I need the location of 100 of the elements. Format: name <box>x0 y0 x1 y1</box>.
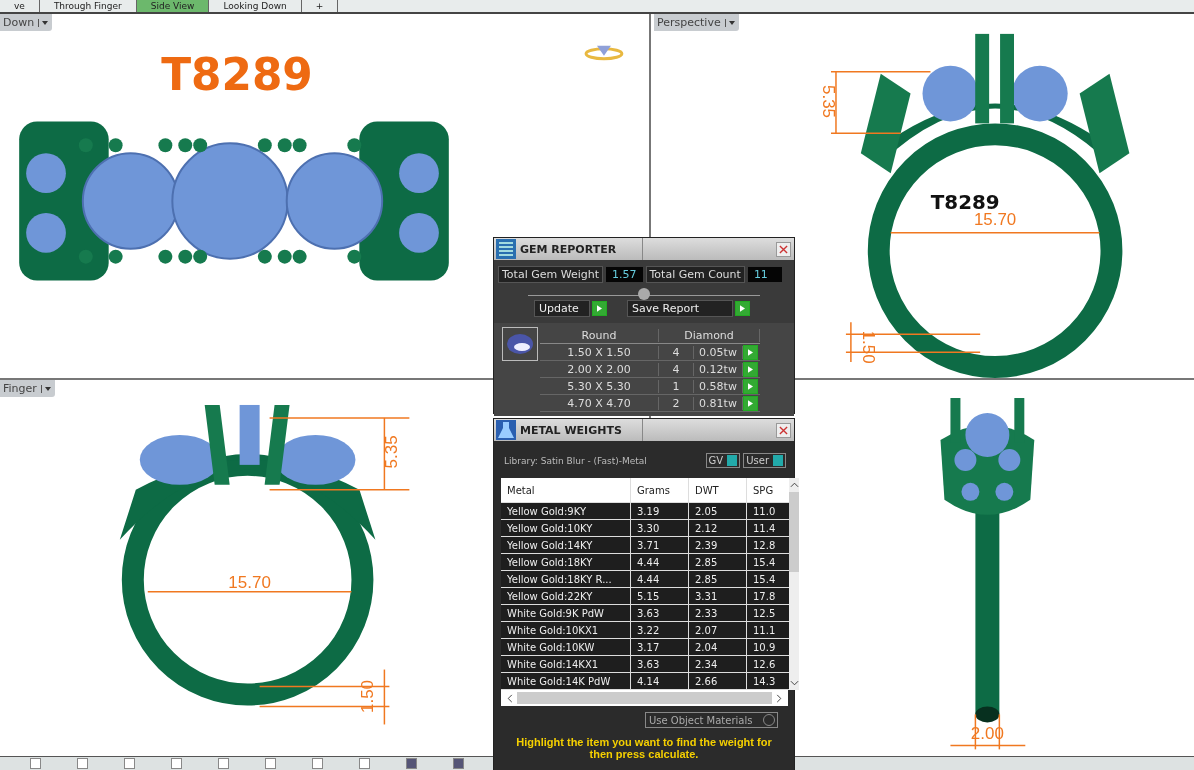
viewport-menu[interactable]: Finger <box>0 380 55 397</box>
viewport-menu[interactable]: Perspective <box>654 14 739 31</box>
table-cell: 3.71 <box>631 537 689 553</box>
checkbox[interactable] <box>171 758 182 770</box>
caret-icon <box>40 384 52 393</box>
total-weight-value: 1.57 <box>606 267 643 282</box>
action-button[interactable]: Save Report <box>627 300 733 317</box>
table-cell-text: 11.0 <box>752 504 777 519</box>
table-cell: 2.85 <box>689 571 747 587</box>
checkbox[interactable] <box>406 758 417 770</box>
table-cell: 2.66 <box>689 673 747 689</box>
table-cell: White Gold:14K PdW <box>501 673 631 689</box>
dimension-label: 5.35 <box>382 435 402 469</box>
scrollbar[interactable] <box>789 478 799 690</box>
table-cell: 2.04 <box>689 639 747 655</box>
collapse-handle[interactable] <box>638 288 650 300</box>
table-cell: Yellow Gold:22KY <box>501 588 631 604</box>
table-cell-text: 11.4 <box>752 521 777 536</box>
play-button[interactable] <box>743 395 758 411</box>
toggle-switch[interactable]: User <box>743 453 786 468</box>
checkbox[interactable] <box>218 758 229 770</box>
table-cell: 4.44 <box>631 571 689 587</box>
dimension-label: 5.35 <box>819 85 839 118</box>
view-tab[interactable]: Looking Down <box>209 0 302 12</box>
view-tab[interactable]: Side View <box>136 0 210 12</box>
toggle-switch[interactable]: GV <box>705 453 741 468</box>
table-cell: 2.34 <box>689 656 747 672</box>
checkbox[interactable] <box>265 758 276 770</box>
panel-title: METAL WEIGHTS <box>520 419 643 441</box>
column-header: Metal <box>501 478 631 502</box>
table-cell: 2.00 X 2.00 <box>540 362 659 376</box>
checkbox[interactable] <box>30 758 41 770</box>
table-cell: 3.63 <box>631 605 689 621</box>
table-cell: 2.85 <box>689 554 747 570</box>
table-cell: White Gold:10KW <box>501 639 631 655</box>
dimension-label: 15.70 <box>228 572 271 592</box>
table-cell-text: 12.8 <box>752 538 777 553</box>
column-header: Diamond <box>659 328 760 342</box>
view-tab[interactable]: Through Finger <box>39 0 137 12</box>
library-label: Library: Satin Blur - (Fast)-Metal <box>504 455 647 466</box>
table-cell: 3.63 <box>631 656 689 672</box>
panel-title: GEM REPORTER <box>520 238 643 260</box>
total-count-value: 11 <box>747 267 782 282</box>
table-cell-text: 17.8 <box>752 589 777 604</box>
report-icon <box>496 239 516 259</box>
scroll-down-icon[interactable] <box>789 680 799 686</box>
column-header: SPG <box>752 483 775 498</box>
action-button[interactable]: Update <box>534 300 590 317</box>
hint-text: Highlight the item you want to find the weight for then press calculate. <box>515 736 773 760</box>
play-icon <box>748 348 753 356</box>
table-cell: 3.30 <box>631 520 689 536</box>
table-cell-text: 12.5 <box>752 606 777 621</box>
table-cell: 1 <box>659 379 694 393</box>
dimension-label: 1.50 <box>358 680 378 713</box>
checkbox[interactable] <box>312 758 323 770</box>
model-number: T8289 <box>161 48 313 100</box>
materials-dropdown[interactable]: Use Object Materials <box>645 712 778 728</box>
table-cell: 3.17 <box>631 639 689 655</box>
table-cell: 2.12 <box>689 520 747 536</box>
view-tab[interactable]: ve <box>0 0 40 12</box>
column-header: Grams <box>631 478 689 502</box>
table-cell: 2.07 <box>689 622 747 638</box>
column-header: Round <box>540 328 659 342</box>
checkbox[interactable] <box>124 758 135 770</box>
table-cell: 1.50 X 1.50 <box>540 345 659 359</box>
checkbox[interactable] <box>453 758 464 770</box>
checkbox[interactable] <box>77 758 88 770</box>
table-cell: Yellow Gold:18KY R... <box>501 571 631 587</box>
table-cell: White Gold:9K PdW <box>501 605 631 621</box>
field-label: Total Gem Count <box>645 266 745 283</box>
table-cell: 4 <box>659 345 694 359</box>
scroll-right-icon[interactable] <box>776 693 782 703</box>
view-tab[interactable]: + <box>301 0 339 12</box>
table-cell: Yellow Gold:18KY <box>501 554 631 570</box>
scroll-up-icon[interactable] <box>789 482 799 488</box>
play-icon <box>748 365 753 373</box>
column-header: DWT <box>689 478 747 502</box>
close-button[interactable] <box>776 422 791 438</box>
table-cell: White Gold:14KX1 <box>501 656 631 672</box>
table-cell: 4.44 <box>631 554 689 570</box>
play-icon <box>597 305 602 312</box>
table-cell: 4 <box>659 362 694 376</box>
table-cell: 2.05 <box>689 503 747 519</box>
scroll-left-icon[interactable] <box>507 693 513 703</box>
caret-icon <box>38 18 50 27</box>
table-cell: Yellow Gold:10KY <box>501 520 631 536</box>
table-cell-text: 10.9 <box>752 640 777 655</box>
close-button[interactable] <box>776 241 791 257</box>
checkbox[interactable] <box>359 758 370 770</box>
table-cell: 2.39 <box>689 537 747 553</box>
table-cell-text: 11.1 <box>752 623 777 638</box>
table-cell: Yellow Gold:9KY <box>501 503 631 519</box>
play-button[interactable] <box>743 344 758 360</box>
table-cell-text: 12.6 <box>752 657 777 672</box>
table-cell: 2.33 <box>689 605 747 621</box>
viewport-menu[interactable]: Down <box>0 14 53 31</box>
table-cell-text: 15.4 <box>752 555 777 570</box>
play-button[interactable] <box>743 361 758 377</box>
play-button[interactable] <box>743 378 758 394</box>
play-icon <box>748 399 753 407</box>
